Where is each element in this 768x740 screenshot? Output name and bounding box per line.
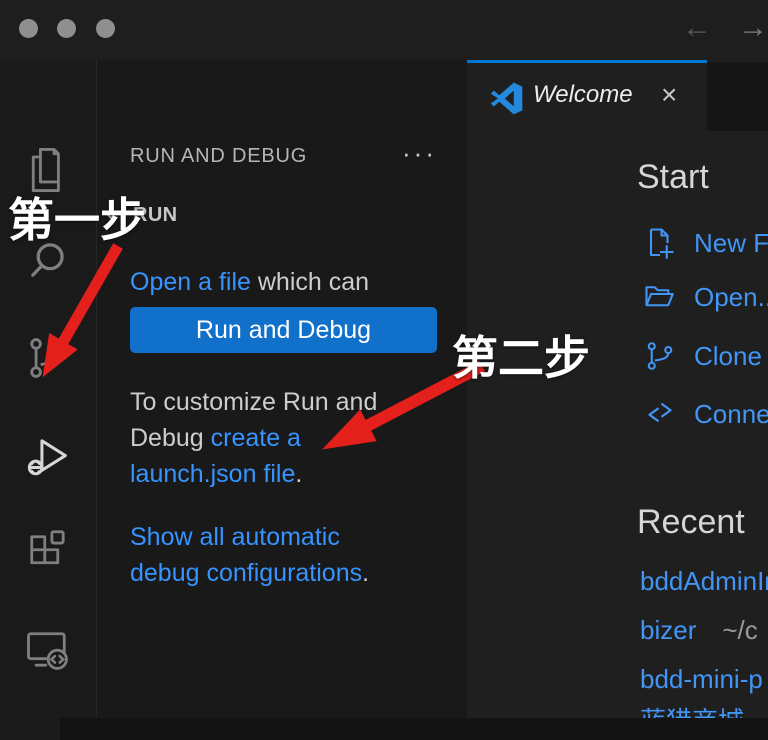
more-actions-button[interactable]: ··· <box>402 138 437 169</box>
tab-close-icon[interactable]: × <box>661 79 677 111</box>
recent-item: bddAdminInf <box>640 564 768 598</box>
run-debug-sidebar: RUN AND DEBUG ··· RUN Open a file which … <box>97 60 467 740</box>
start-item-label: Clone Git Repository... <box>694 341 768 372</box>
show-all-line1: Show all automatic <box>130 519 460 555</box>
back-arrow-button[interactable]: ← <box>682 8 712 48</box>
new-file-action[interactable]: New File... <box>642 223 768 263</box>
tab-welcome[interactable]: Welcome × <box>467 60 707 134</box>
connect-to-action[interactable]: Connect to... <box>642 394 768 434</box>
recent-item-link[interactable]: bdd-mini-p <box>640 664 763 695</box>
start-item-label: New File... <box>694 228 768 259</box>
remote-connect-icon <box>642 396 678 432</box>
tab-bar-empty-area <box>707 62 768 131</box>
vscode-window: ← → <box>0 0 768 740</box>
open-folder-icon <box>642 279 678 315</box>
create-launch-json-link[interactable]: create a <box>211 424 301 452</box>
bottom-strip-left <box>0 718 60 740</box>
recent-item-link[interactable]: 蓝猎商城 <box>640 701 744 719</box>
customize-line3-suffix: . <box>295 460 302 488</box>
traffic-light-minimize-button[interactable] <box>57 19 76 38</box>
show-all-line2: debug configurations. <box>130 555 460 591</box>
vscode-logo-icon <box>490 82 523 115</box>
recent-item: bdd-mini-p <box>640 662 768 696</box>
recent-heading: Recent <box>637 503 745 542</box>
source-control-icon[interactable] <box>22 332 74 384</box>
step2-label: 第二步 <box>452 322 590 388</box>
editor-tab-bar: Welcome × <box>467 60 768 131</box>
recent-item-link[interactable]: bddAdminInf <box>640 566 768 597</box>
start-item-label: Open... <box>694 282 768 313</box>
forward-arrow-button[interactable]: → <box>738 8 768 48</box>
start-item-label: Connect to... <box>694 399 768 430</box>
launch-json-file-link[interactable]: launch.json file <box>130 460 295 488</box>
clone-repository-action[interactable]: Clone Git Repository... <box>642 336 768 376</box>
step1-label: 第一步 <box>8 184 146 250</box>
extensions-icon[interactable] <box>22 527 74 579</box>
welcome-page: Start New File... Open... Clone Git Repo… <box>467 131 768 718</box>
traffic-light-close-button[interactable] <box>19 19 38 38</box>
start-heading: Start <box>637 158 709 197</box>
traffic-light-maximize-button[interactable] <box>96 19 115 38</box>
git-branch-icon <box>642 338 678 374</box>
new-file-icon <box>642 225 678 261</box>
titlebar: ← → <box>0 0 768 60</box>
run-and-debug-icon[interactable] <box>22 430 74 482</box>
activity-bar <box>0 60 97 740</box>
customize-line2-prefix: Debug <box>130 424 211 452</box>
open-file-rest: which can <box>251 268 369 296</box>
recent-item-path: ~/c <box>722 615 757 646</box>
open-action[interactable]: Open... <box>642 277 768 317</box>
recent-item: bizer ~/c <box>640 613 758 647</box>
open-file-text-line1: Open a file which can <box>130 264 460 300</box>
show-all-automatic-link[interactable]: Show all automatic <box>130 523 340 551</box>
debug-configurations-link[interactable]: debug configurations <box>130 559 362 587</box>
show-all-suffix: . <box>362 559 369 587</box>
sidebar-title: RUN AND DEBUG <box>130 145 307 168</box>
bottom-strip <box>0 718 768 740</box>
tab-title: Welcome <box>533 81 633 109</box>
customize-line1: To customize Run and <box>130 384 460 420</box>
customize-line3: launch.json file. <box>130 456 460 492</box>
run-and-debug-button[interactable]: Run and Debug <box>130 307 437 353</box>
open-a-file-link[interactable]: Open a file <box>130 268 251 296</box>
recent-item-link[interactable]: bizer <box>640 615 696 646</box>
remote-explorer-icon[interactable] <box>22 624 74 676</box>
customize-line2: Debug create a <box>130 420 460 456</box>
recent-item-truncated: 蓝猎商城 <box>640 702 744 718</box>
